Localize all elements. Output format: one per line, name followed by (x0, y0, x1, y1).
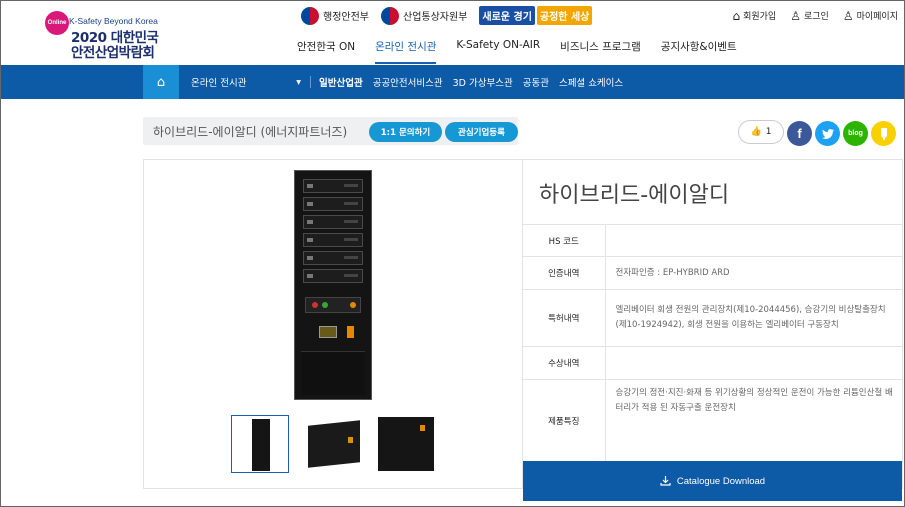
display-screen (319, 326, 337, 338)
home-icon: ⌂ (156, 74, 166, 90)
subnav-list: 일반산업관 공공안전서비스관 3D 가상부스관 공동관 스페셜 쇼케이스 (319, 65, 623, 99)
mypage-icon: ♙ (842, 8, 854, 23)
user-icon: ♙ (790, 8, 801, 23)
info-row-patents: 특허내역 엘리베이터 회생 전원의 관리장치(제10-2044456), 승강기… (523, 289, 903, 347)
kakaotalk-share-icon[interactable] (871, 121, 896, 146)
battery-module (303, 233, 363, 247)
battery-module (303, 269, 363, 283)
product-info-table: HS 코드 인증내역 전자파인증 : EP-HYBRID ARD 특허내역 엘리… (523, 224, 903, 462)
control-panel (305, 297, 361, 313)
site-header: Online K-Safety Beyond Korea 2020 대한민국 안… (1, 1, 904, 65)
facebook-share-icon[interactable]: f (787, 121, 812, 146)
gnb-item-online-exhibit[interactable]: 온라인 전시관 (375, 39, 437, 64)
cabinet-base (301, 351, 365, 395)
info-label: 특허내역 (523, 289, 606, 347)
info-value (605, 346, 903, 380)
gov-logos: 행정안전부 산업통상자원부 새로운 경기 공정한 세상 (301, 6, 593, 25)
info-row-hs-code: HS 코드 (523, 224, 903, 257)
subnav-item-showcase[interactable]: 스페셜 쇼케이스 (559, 75, 623, 89)
thumbnail-2[interactable] (304, 415, 362, 473)
ministry-industry[interactable]: 산업통상자원부 (381, 6, 467, 25)
gnb-item-business[interactable]: 비즈니스 프로그램 (560, 39, 641, 64)
info-label: 인증내역 (523, 256, 606, 290)
like-count: 1 (765, 127, 772, 137)
inquiry-button[interactable]: 1:1 문의하기 (369, 122, 442, 142)
subnav-item-public-safety[interactable]: 공공안전서비스관 (373, 75, 443, 89)
taegeuk-icon (301, 6, 319, 25)
battery-module (303, 251, 363, 265)
product-main-image[interactable] (294, 170, 372, 400)
home-button[interactable]: ⌂ (143, 65, 179, 99)
thumbs-up-icon: 👍 (750, 127, 762, 137)
subnav-item-joint[interactable]: 공동관 (523, 75, 549, 89)
gnb-item-notice[interactable]: 공지사항&이벤트 (661, 39, 737, 64)
talk-icon (880, 127, 887, 140)
utility-menu: ⌂ 회원가입 ♙ 로그인 ♙ 마이페이지 (732, 8, 898, 23)
mypage-link[interactable]: ♙ 마이페이지 (842, 8, 898, 23)
favorite-company-button[interactable]: 관심기업등록 (445, 122, 518, 142)
category-label: 온라인 전시관 (191, 78, 247, 89)
battery-module (303, 197, 363, 211)
subnav-item-general[interactable]: 일반산업관 (319, 75, 363, 89)
gift-icon: ⌂ (732, 8, 741, 23)
site-logo[interactable]: Online K-Safety Beyond Korea 2020 대한민국 안… (45, 11, 165, 61)
gov-slogan: 새로운 경기 공정한 세상 (479, 6, 593, 25)
caret-down-icon: ▾ (296, 76, 301, 88)
ministry-interior[interactable]: 행정안전부 (301, 6, 369, 25)
battery-module (303, 179, 363, 193)
download-icon (660, 476, 671, 486)
twitter-share-icon[interactable] (815, 121, 840, 146)
info-value: 엘리베이터 회생 전원의 관리장치(제10-2044456), 승강기의 비상탈… (605, 289, 903, 347)
product-name: 하이브리드-에이알디 (539, 183, 730, 208)
divider (310, 76, 311, 88)
info-label: HS 코드 (523, 224, 606, 257)
gnb-item-safety-korea[interactable]: 안전한국 ON (297, 39, 355, 64)
download-label: Catalogue Download (676, 475, 766, 487)
subnav-item-3d-booth[interactable]: 3D 가상부스관 (453, 75, 513, 89)
battery-module (303, 215, 363, 229)
info-row-certification: 인증내역 전자파인증 : EP-HYBRID ARD (523, 256, 903, 290)
taegeuk-icon (381, 6, 399, 25)
signup-link[interactable]: ⌂ 회원가입 (732, 8, 776, 23)
like-button[interactable]: 👍 1 (738, 120, 784, 144)
catalogue-download-button[interactable]: Catalogue Download (523, 461, 902, 501)
info-label: 수상내역 (523, 346, 606, 380)
info-value: 승강기의 정전·지진·화재 등 위기상황의 정상적인 운전이 가능한 리튬인산철… (605, 379, 903, 462)
category-dropdown[interactable]: 온라인 전시관 ▾ (191, 65, 301, 99)
info-value (605, 224, 903, 257)
main-nav: 안전한국 ON 온라인 전시관 K-Safety ON-AIR 비즈니스 프로그… (297, 39, 737, 64)
thumbnail-1[interactable] (231, 415, 289, 473)
twitter-bird-icon (821, 128, 834, 139)
blog-share-icon[interactable]: blog (843, 121, 868, 146)
sub-navbar: ⌂ 온라인 전시관 ▾ 일반산업관 공공안전서비스관 3D 가상부스관 공동관 … (1, 65, 904, 99)
info-value: 전자파인증 : EP-HYBRID ARD (605, 256, 903, 290)
logo-line2: 안전산업박람회 (71, 45, 155, 61)
info-row-features: 제품특징 승강기의 정전·지진·화재 등 위기상황의 정상적인 운전이 가능한 … (523, 379, 903, 462)
info-row-awards: 수상내역 (523, 346, 903, 380)
login-link[interactable]: ♙ 로그인 (790, 8, 829, 23)
logo-subtitle: K-Safety Beyond Korea (69, 16, 158, 26)
product-title: 하이브리드-에이알디 (에너지파트너즈) (153, 125, 348, 139)
gnb-item-onair[interactable]: K-Safety ON-AIR (456, 39, 540, 64)
info-label: 제품특징 (523, 379, 606, 462)
online-badge: Online (45, 11, 69, 35)
emergency-switch (347, 326, 354, 338)
thumbnail-3[interactable] (376, 415, 434, 473)
